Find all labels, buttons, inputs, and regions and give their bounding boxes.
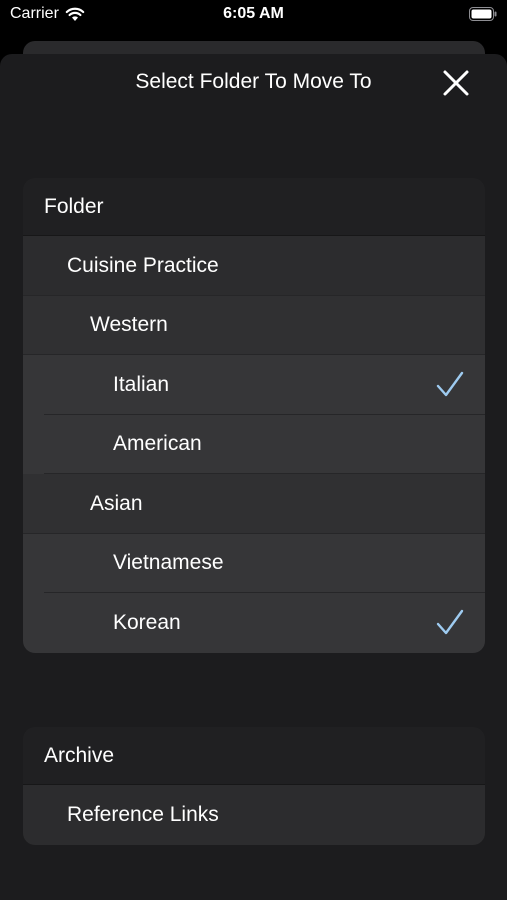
- checkmark-icon: [436, 371, 464, 396]
- close-button[interactable]: [441, 68, 471, 98]
- checkmark-icon: [436, 609, 464, 634]
- folder-row[interactable]: Vietnamese: [23, 533, 485, 593]
- folder-row[interactable]: American: [23, 414, 485, 474]
- folder-row[interactable]: Italian: [23, 355, 485, 415]
- status-bar: Carrier 6:05 AM: [0, 0, 507, 30]
- folder-row-label: Italian: [113, 372, 170, 396]
- folder-row-label: Asian: [90, 491, 143, 515]
- folder-row-label: Cuisine Practice: [67, 253, 219, 277]
- folder-row[interactable]: Korean: [23, 593, 485, 653]
- folder-row[interactable]: Reference Links: [23, 785, 485, 845]
- folder-group: Folder Cuisine Practice Western Italian Amer…: [23, 178, 485, 653]
- folder-row-label: Vietnamese: [113, 551, 224, 575]
- folder-row-label: Western: [90, 313, 168, 337]
- folder-row-label: Korean: [113, 610, 181, 634]
- close-icon: [443, 70, 469, 96]
- folder-row[interactable]: Cuisine Practice: [23, 236, 485, 296]
- sheet-title: Select Folder To Move To: [135, 70, 372, 93]
- group-header: Archive: [23, 727, 485, 785]
- battery-icon: [469, 7, 497, 21]
- archive-group: Archive Reference Links: [23, 727, 485, 845]
- folder-row-label: Reference Links: [67, 802, 219, 826]
- folder-row[interactable]: Western: [23, 295, 485, 355]
- screen: Carrier 6:05 AM Select Folder To Move To…: [0, 0, 507, 900]
- folder-row[interactable]: Asian: [23, 474, 485, 534]
- group-header: Folder: [23, 178, 485, 236]
- folder-row-label: American: [113, 432, 202, 456]
- status-time: 6:05 AM: [223, 5, 284, 22]
